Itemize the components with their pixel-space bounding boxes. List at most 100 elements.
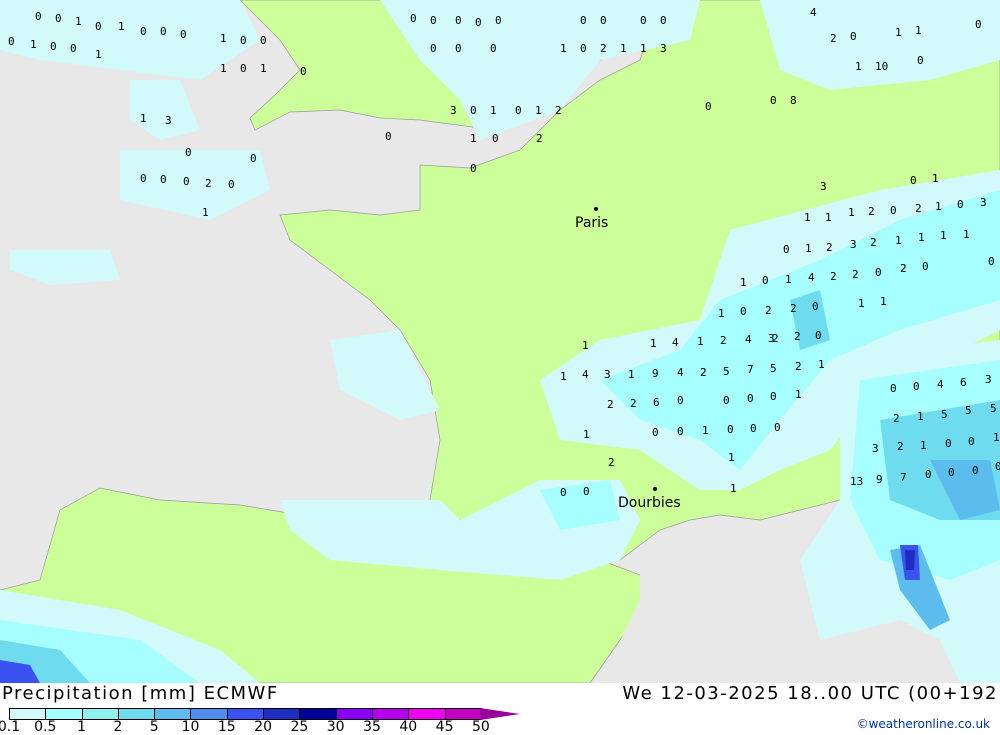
- grid-value-label: 2: [600, 42, 607, 55]
- legend-footer: Precipitation [mm] ECMWF We 12-03-2025 1…: [0, 683, 1000, 735]
- grid-value-label: 0: [652, 426, 659, 439]
- grid-value-label: 1: [560, 42, 567, 55]
- grid-value-label: 2: [795, 360, 802, 373]
- grid-value-label: 1: [848, 206, 855, 219]
- grid-value-label: 2: [790, 302, 797, 315]
- scale-ticks: 0.1 0.5 1 2 5 10 15 20 25 30 35 40 45 50: [0, 719, 520, 735]
- grid-value-label: 0: [95, 20, 102, 33]
- grid-value-label: 3: [660, 42, 667, 55]
- grid-value-label: 2: [794, 330, 801, 343]
- grid-value-label: 0: [475, 16, 482, 29]
- grid-value-label: 1: [915, 24, 922, 37]
- grid-value-label: 1: [818, 358, 825, 371]
- grid-value-label: 6: [653, 396, 660, 409]
- scale-swatch: [227, 709, 265, 719]
- scale-swatch: [155, 709, 192, 719]
- grid-value-label: 1: [932, 172, 939, 185]
- grid-value-label: 2: [608, 456, 615, 469]
- grid-value-label: 0: [583, 485, 590, 498]
- grid-value-label: 0: [957, 198, 964, 211]
- grid-value-label: 0: [727, 423, 734, 436]
- grid-value-label: 0: [430, 14, 437, 27]
- grid-value-label: 1: [963, 228, 970, 241]
- grid-value-label: 4: [677, 366, 684, 379]
- map-title: Precipitation [mm] ECMWF: [2, 683, 279, 704]
- grid-value-label: 1: [785, 273, 792, 286]
- grid-value-label: 0: [50, 40, 57, 53]
- grid-value-label: 0: [774, 421, 781, 434]
- grid-value-label: 0: [250, 152, 257, 165]
- grid-value-label: 1: [697, 335, 704, 348]
- grid-value-label: 3: [450, 104, 457, 117]
- grid-value-label: 0: [995, 460, 1000, 473]
- grid-value-label: 5: [990, 402, 997, 415]
- grid-value-label: 4: [582, 368, 589, 381]
- grid-value-label: 1: [855, 60, 862, 73]
- scale-swatch: [82, 709, 119, 719]
- grid-value-label: 3: [850, 238, 857, 251]
- grid-value-label: 0: [948, 466, 955, 479]
- grid-value-label: 0: [160, 173, 167, 186]
- grid-value-label: 5: [723, 365, 730, 378]
- grid-value-label: 2: [852, 268, 859, 281]
- grid-value-label: 0: [600, 14, 607, 27]
- grid-value-label: 2: [868, 205, 875, 218]
- grid-value-label: 0: [747, 392, 754, 405]
- grid-value-label: 0: [762, 274, 769, 287]
- grid-value-label: 9: [652, 367, 659, 380]
- grid-value-label: 0: [640, 14, 647, 27]
- grid-value-label: 0: [140, 25, 147, 38]
- scale-swatch: [336, 709, 373, 719]
- scale-swatch: [300, 709, 337, 719]
- grid-value-label: 1: [260, 62, 267, 75]
- grid-value-label: 0: [410, 12, 417, 25]
- grid-value-label: 0: [850, 30, 857, 43]
- grid-value-label: 2: [720, 334, 727, 347]
- grid-value-label: 2: [630, 397, 637, 410]
- grid-value-label: 0: [740, 305, 747, 318]
- grid-value-label: 7: [900, 471, 907, 484]
- grid-value-label: 3: [872, 442, 879, 455]
- grid-value-label: 1: [895, 26, 902, 39]
- credit-link[interactable]: ©weatheronline.co.uk: [857, 717, 990, 731]
- grid-value-label: 1: [895, 234, 902, 247]
- grid-value-label: 1: [728, 451, 735, 464]
- grid-value-label: 0: [945, 437, 952, 450]
- grid-value-label: 0: [968, 435, 975, 448]
- grid-value-label: 1: [858, 297, 865, 310]
- grid-value-label: 3: [820, 180, 827, 193]
- grid-value-label: 4: [808, 271, 815, 284]
- grid-value-label: 3: [165, 114, 172, 127]
- scale-swatch: [264, 709, 301, 719]
- grid-value-label: 0: [228, 178, 235, 191]
- grid-value-label: 0: [580, 14, 587, 27]
- grid-value-label: 0: [723, 394, 730, 407]
- scale-swatch: [191, 709, 228, 719]
- grid-value-label: 2: [700, 366, 707, 379]
- grid-value-label: 0: [160, 25, 167, 38]
- grid-value-label: 3: [980, 196, 987, 209]
- grid-value-label: 0: [455, 14, 462, 27]
- grid-value-label: 2: [536, 132, 543, 145]
- grid-value-label: 0: [35, 10, 42, 23]
- grid-value-label: 0: [910, 174, 917, 187]
- grid-value-label: 0: [913, 380, 920, 393]
- grid-value-label: 3: [768, 332, 775, 345]
- grid-value-label: 0: [812, 300, 819, 313]
- grid-value-label: 0: [988, 255, 995, 268]
- grid-value-label: 1: [650, 337, 657, 350]
- grid-value-label: 0: [300, 65, 307, 78]
- grid-value-label: 1: [917, 410, 924, 423]
- grid-value-label: 0: [470, 104, 477, 117]
- grid-value-label: 2: [607, 398, 614, 411]
- grid-value-label: 1: [140, 112, 147, 125]
- grid-value-label: 1: [490, 104, 497, 117]
- grid-value-label: 0: [770, 94, 777, 107]
- grid-value-label: 0: [783, 243, 790, 256]
- grid-value-label: 0: [890, 204, 897, 217]
- grid-value-label: 0: [815, 329, 822, 342]
- grid-value-label: 1: [918, 231, 925, 244]
- grid-value-label: 2: [870, 236, 877, 249]
- grid-value-label: 0: [260, 34, 267, 47]
- grid-value-label: 10: [875, 60, 888, 73]
